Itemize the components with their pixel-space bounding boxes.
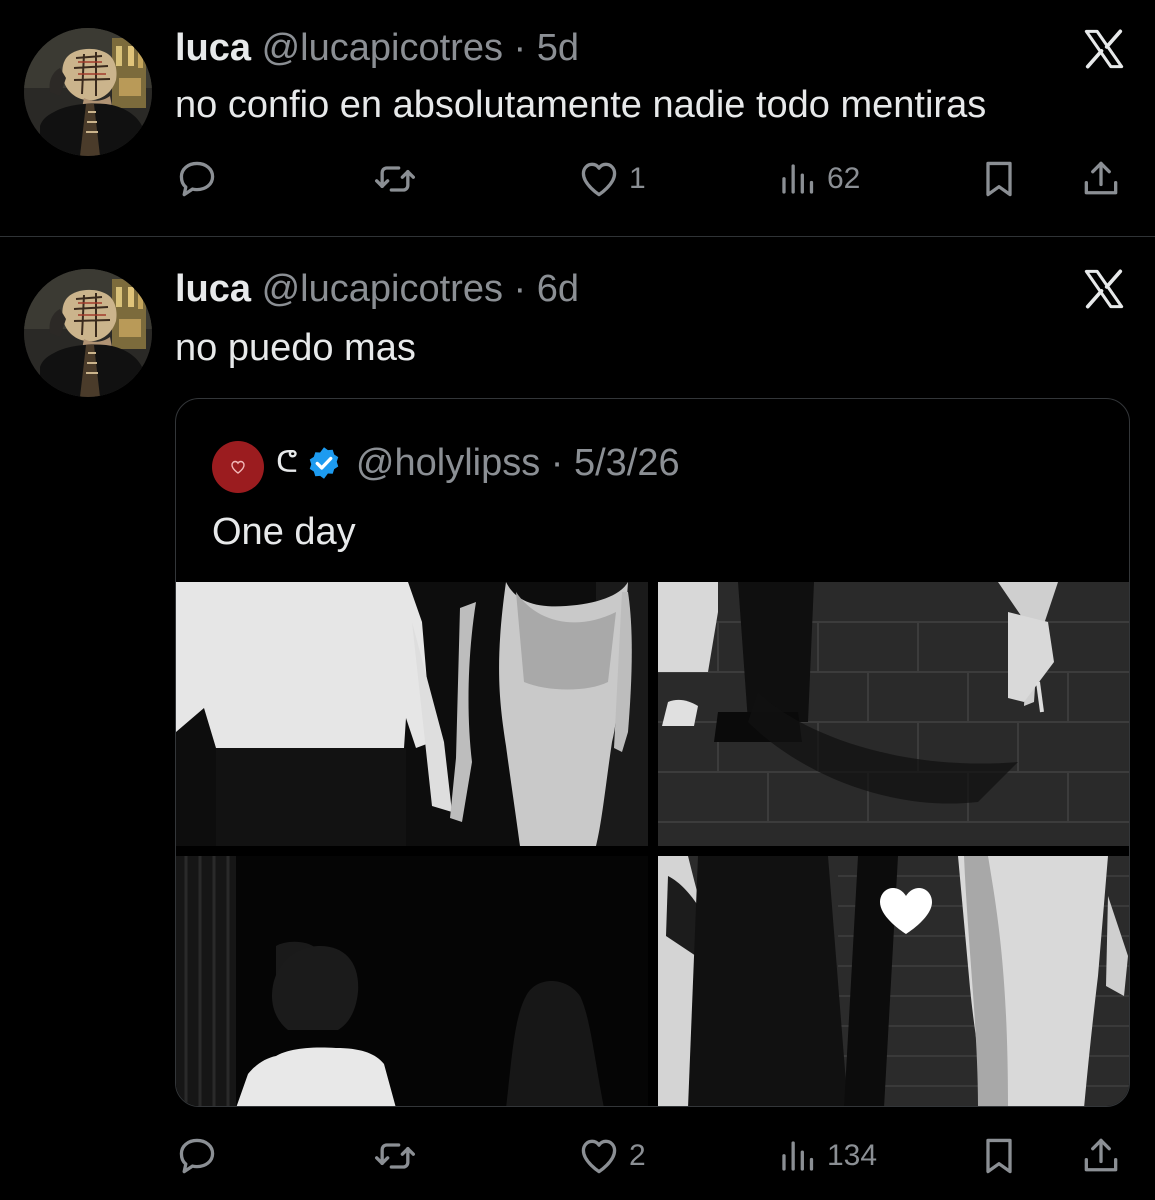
action-bar: 1 62 bbox=[175, 154, 1135, 204]
heart-icon bbox=[577, 1134, 621, 1178]
reply-button[interactable] bbox=[175, 1131, 219, 1181]
x-logo-icon bbox=[1081, 26, 1127, 72]
verified-badge-icon bbox=[306, 445, 342, 481]
share-button[interactable] bbox=[1079, 154, 1123, 204]
tweet[interactable]: luca @lucapicotres · 5d no confio en abs… bbox=[0, 0, 1155, 236]
quoted-display-name[interactable]: ᕦ bbox=[276, 439, 298, 487]
heart-icon bbox=[577, 157, 621, 201]
tweet-text: no puedo mas bbox=[175, 327, 416, 369]
view-count: 134 bbox=[827, 1139, 878, 1172]
retweet-button[interactable] bbox=[373, 154, 417, 204]
reply-button[interactable] bbox=[175, 154, 219, 204]
share-icon bbox=[1079, 1134, 1123, 1178]
retweet-icon bbox=[373, 1134, 417, 1178]
x-logo-icon bbox=[1081, 266, 1127, 312]
bookmark-button[interactable] bbox=[977, 1131, 1021, 1181]
like-button[interactable]: 2 bbox=[577, 1131, 646, 1181]
share-icon bbox=[1079, 157, 1123, 201]
bookmark-icon bbox=[977, 157, 1021, 201]
tweet-text: no confio en absolutamente nadie todo me… bbox=[175, 84, 987, 126]
photo-child-and-couple[interactable] bbox=[658, 856, 1129, 1106]
retweet-icon bbox=[373, 157, 417, 201]
photo-man-in-doorway[interactable] bbox=[176, 856, 648, 1106]
views-icon bbox=[775, 1134, 819, 1178]
bookmark-button[interactable] bbox=[977, 154, 1021, 204]
photo-walking-feet[interactable] bbox=[658, 582, 1129, 846]
share-button[interactable] bbox=[1079, 1131, 1123, 1181]
tweet[interactable]: luca @lucapicotres · 6d no puedo mas ᕦ @… bbox=[0, 237, 1155, 1200]
like-count: 1 bbox=[629, 162, 646, 195]
like-button[interactable]: 1 bbox=[577, 154, 646, 204]
media-grid bbox=[176, 582, 1129, 1106]
quoted-header: ᕦ @holylipss · 5/3/26 bbox=[276, 439, 680, 487]
display-name[interactable]: luca bbox=[175, 268, 251, 310]
avatar[interactable] bbox=[24, 28, 152, 156]
retweet-button[interactable] bbox=[373, 1131, 417, 1181]
quoted-tweet[interactable]: ᕦ @holylipss · 5/3/26 One day bbox=[175, 398, 1130, 1107]
handle-and-time[interactable]: @lucapicotres · 5d bbox=[262, 27, 579, 69]
views-button[interactable]: 62 bbox=[775, 154, 860, 204]
tweet-header: luca @lucapicotres · 5d bbox=[175, 26, 579, 70]
bookmark-icon bbox=[977, 1134, 1021, 1178]
avatar[interactable] bbox=[24, 269, 152, 397]
tweet-header: luca @lucapicotres · 6d bbox=[175, 267, 579, 311]
reply-icon bbox=[175, 1134, 219, 1178]
display-name[interactable]: luca bbox=[175, 27, 251, 69]
views-button[interactable]: 134 bbox=[775, 1131, 877, 1181]
handle-and-time[interactable]: @lucapicotres · 6d bbox=[262, 268, 579, 310]
quoted-avatar[interactable] bbox=[212, 441, 264, 493]
reply-icon bbox=[175, 157, 219, 201]
like-count: 2 bbox=[629, 1139, 646, 1172]
action-bar: 2 134 bbox=[175, 1131, 1135, 1181]
photo-couple-holding-hands[interactable] bbox=[176, 582, 648, 846]
views-icon bbox=[775, 157, 819, 201]
quoted-handle-and-date[interactable]: @holylipss · 5/3/26 bbox=[356, 439, 680, 487]
quoted-text: One day bbox=[212, 511, 356, 553]
view-count: 62 bbox=[827, 162, 861, 195]
